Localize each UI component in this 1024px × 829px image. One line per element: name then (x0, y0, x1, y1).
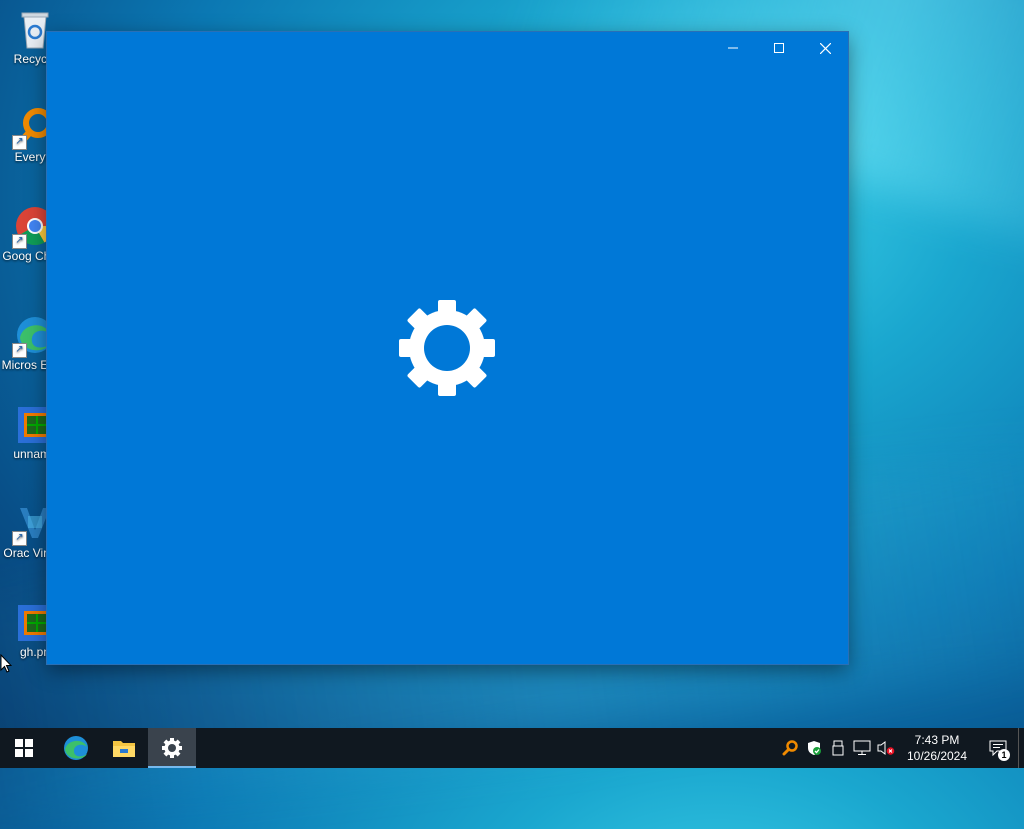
gear-icon (397, 298, 497, 398)
show-desktop-button[interactable] (1018, 728, 1024, 768)
taskbar-edge-button[interactable] (52, 728, 100, 768)
shortcut-arrow-icon: ↗ (12, 234, 27, 249)
tray-network-button[interactable] (850, 728, 874, 768)
maximize-button[interactable] (756, 32, 802, 64)
taskbar-clock[interactable]: 7:43 PM 10/26/2024 (902, 732, 972, 764)
edge-icon (64, 736, 88, 760)
system-tray: 7:43 PM 10/26/2024 1 (778, 728, 1024, 768)
tray-usb-eject-button[interactable] (826, 728, 850, 768)
taskbar-settings-button[interactable] (148, 728, 196, 768)
start-button[interactable] (0, 728, 48, 768)
tray-windows-security-button[interactable] (802, 728, 826, 768)
network-icon (853, 740, 871, 755)
settings-gear-icon (162, 738, 182, 758)
minimize-button[interactable] (710, 32, 756, 64)
windows-security-icon (808, 741, 821, 755)
clock-date: 10/26/2024 (906, 749, 968, 763)
settings-window[interactable] (47, 32, 848, 664)
clock-time: 7:43 PM (914, 733, 960, 747)
volume-muted-icon (877, 741, 895, 755)
close-icon (819, 42, 831, 54)
notification-count-badge: 1 (998, 749, 1010, 761)
shortcut-arrow-icon: ↗ (12, 531, 27, 546)
windows-logo-icon (15, 739, 33, 757)
tray-volume-button[interactable] (874, 728, 898, 768)
close-button[interactable] (802, 32, 848, 64)
shortcut-arrow-icon: ↗ (12, 135, 27, 150)
tray-everything-button[interactable] (778, 728, 802, 768)
file-explorer-icon (113, 741, 135, 757)
taskbar: 7:43 PM 10/26/2024 1 (0, 728, 1024, 768)
action-center-button[interactable]: 1 (978, 728, 1018, 768)
window-controls (710, 32, 848, 64)
everything-search-icon (782, 740, 798, 756)
shortcut-arrow-icon: ↗ (12, 343, 27, 358)
mouse-cursor-icon (0, 654, 12, 673)
maximize-icon (774, 43, 784, 53)
taskbar-file-explorer-button[interactable] (100, 728, 148, 768)
usb-eject-icon (832, 740, 844, 756)
minimize-icon (728, 47, 738, 49)
